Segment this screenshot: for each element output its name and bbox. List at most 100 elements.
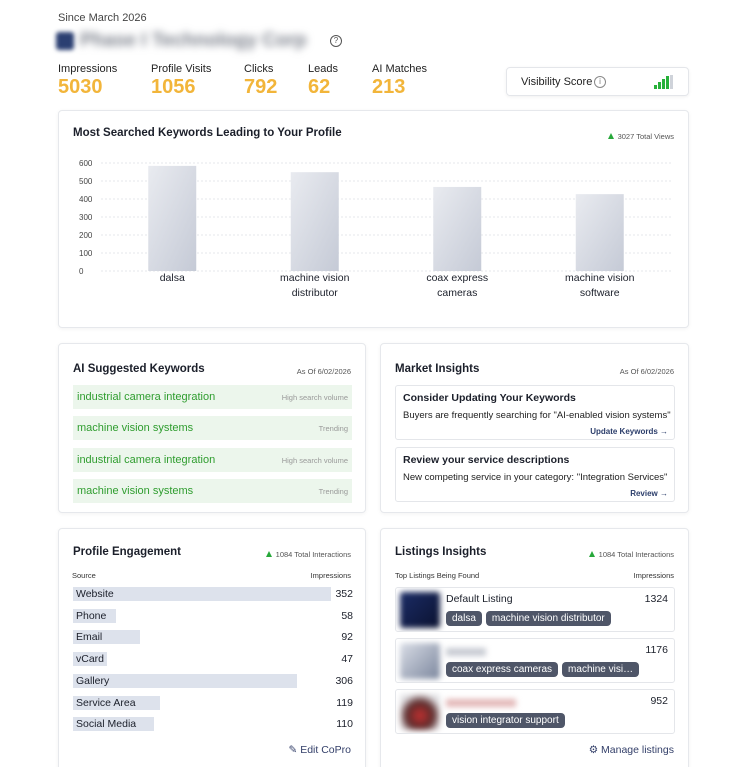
chart-bar[interactable]	[433, 186, 482, 271]
y-tick-label: 200	[79, 231, 93, 240]
y-tick-label: 400	[79, 195, 93, 204]
x-tick-label: machine vision	[565, 272, 635, 284]
stat-label: Leads	[308, 63, 338, 75]
visibility-score-card[interactable]: Visibility Score i	[506, 67, 689, 96]
stat-impressions: Impressions 5030	[58, 63, 117, 99]
y-tick-label: 600	[79, 159, 93, 168]
engagement-row: vCard 47	[73, 652, 353, 667]
listing-thumbnail	[400, 643, 440, 679]
keyword-status: Trending	[318, 487, 348, 496]
insight-heading: Review your service descriptions	[403, 454, 570, 466]
edit-copro-link[interactable]: ✎ Edit CoPro	[288, 744, 351, 756]
listing-item[interactable]: 952 vision integrator support	[395, 689, 675, 734]
engagement-value: 92	[341, 631, 353, 644]
x-tick-label: coax express	[426, 272, 488, 284]
engagement-row: Website 352	[73, 587, 353, 601]
keyword-text: industrial camera integration	[77, 454, 216, 466]
engagement-value: 306	[335, 674, 353, 687]
listing-thumbnail	[400, 694, 440, 730]
listing-title-blurred	[446, 648, 486, 656]
listing-impressions: 1176	[645, 644, 668, 656]
manage-listings-label: Manage listings	[601, 744, 674, 756]
engagement-value: 119	[336, 696, 353, 709]
company-logo	[56, 32, 74, 50]
keyword-text: machine vision systems	[77, 422, 194, 434]
chart-bar[interactable]	[290, 172, 339, 271]
company-name-row: Phase I Technology Corp ?	[56, 29, 342, 53]
x-tick-label: cameras	[437, 287, 477, 299]
y-tick-label: 100	[79, 249, 93, 258]
listings-total: 1084 Total Interactions	[588, 550, 674, 559]
info-icon[interactable]: i	[594, 76, 606, 88]
listing-tag[interactable]: vision integrator support	[446, 713, 565, 728]
stat-label: Clicks	[244, 63, 274, 75]
listing-title: Default Listing	[446, 593, 513, 605]
listing-tag[interactable]: coax express cameras	[446, 662, 559, 677]
x-tick-label: machine vision	[280, 272, 350, 284]
listing-item[interactable]: 1176 coax express cameras machine visi…	[395, 638, 675, 683]
listing-item[interactable]: Default Listing 1324 dalsa machine visio…	[395, 587, 675, 632]
listings-insights-card: Listings Insights 1084 Total Interaction…	[380, 528, 689, 767]
listing-title-blurred	[446, 699, 516, 707]
since-date: Since March 2026	[58, 12, 147, 24]
review-link[interactable]: Review →	[630, 489, 668, 498]
insight-item: Review your service descriptions New com…	[395, 447, 675, 502]
listing-tag[interactable]: dalsa	[446, 611, 482, 626]
keywords-chart-card: Most Searched Keywords Leading to Your P…	[58, 110, 689, 328]
engagement-source: vCard	[76, 653, 105, 666]
listing-tag[interactable]: machine vision distributor	[485, 611, 611, 626]
stat-value: 62	[308, 76, 331, 98]
insight-description: New competing service in your category: …	[403, 472, 668, 483]
x-tick-label: software	[580, 287, 620, 299]
listing-impressions: 952	[650, 695, 668, 707]
keyword-status: High search volume	[281, 393, 348, 402]
keyword-suggestion[interactable]: machine vision systems Trending	[73, 479, 352, 503]
source-column-header: Source	[72, 571, 96, 580]
stat-profile-visits: Profile Visits 1056	[151, 63, 211, 99]
chart-bar[interactable]	[148, 165, 197, 271]
stat-value: 1056	[151, 76, 196, 98]
insight-description: Buyers are frequently searching for "AI-…	[403, 410, 671, 421]
engagement-row: Service Area 119	[73, 695, 353, 710]
chart-bar[interactable]	[575, 194, 624, 271]
edit-copro-label: Edit CoPro	[300, 744, 351, 756]
keywords-bar-chart: 0 100 200 300 400 500 600 dalsa machine vision di…	[79, 159, 671, 299]
x-tick-label: dalsa	[160, 272, 185, 284]
stat-value: 213	[372, 76, 406, 98]
ai-keywords-title: AI Suggested Keywords	[73, 363, 205, 375]
y-tick-label: 300	[79, 213, 93, 222]
listing-thumbnail	[400, 592, 440, 628]
keyword-suggestion[interactable]: machine vision systems Trending	[73, 416, 352, 440]
x-tick-label: distributor	[292, 287, 339, 299]
engagement-total: 1084 Total Interactions	[265, 550, 351, 559]
manage-listings-link[interactable]: ⚙ Manage listings	[589, 744, 674, 756]
impressions-column-header: Impressions	[633, 571, 674, 580]
engagement-row: Email 92	[73, 630, 353, 645]
help-icon[interactable]: ?	[330, 35, 342, 47]
profile-engagement-card: Profile Engagement 1084 Total Interactio…	[58, 528, 366, 767]
keyword-status: High search volume	[281, 456, 348, 465]
insight-item: Consider Updating Your Keywords Buyers a…	[395, 385, 675, 440]
engagement-row: Phone 58	[73, 608, 353, 623]
stat-clicks: Clicks 792	[244, 63, 277, 99]
market-insights-card: Market Insights As Of 6/02/2026 Consider…	[380, 343, 689, 513]
engagement-source: Email	[76, 631, 103, 644]
engagement-source: Website	[76, 588, 114, 600]
keyword-suggestion[interactable]: industrial camera integration High searc…	[73, 385, 352, 409]
engagement-source: Phone	[76, 609, 107, 622]
listing-tag[interactable]: machine visi…	[562, 662, 640, 677]
update-keywords-link[interactable]: Update Keywords →	[590, 427, 668, 436]
keyword-text: machine vision systems	[77, 485, 194, 497]
stat-label: Profile Visits	[151, 63, 212, 75]
stat-ai-matches: AI Matches 213	[372, 63, 427, 99]
engagement-value: 47	[341, 653, 353, 666]
listings-total-text: 1084 Total Interactions	[598, 550, 674, 559]
impressions-column-header: Impressions	[310, 571, 351, 580]
y-tick-label: 500	[79, 177, 93, 186]
engagement-value: 110	[336, 718, 353, 731]
company-name: Phase I Technology Corp	[80, 30, 307, 51]
gear-icon: ⚙	[588, 744, 599, 756]
keyword-suggestion[interactable]: industrial camera integration High searc…	[73, 448, 352, 472]
visibility-score-label: Visibility Score	[521, 76, 593, 88]
y-tick-label: 0	[79, 267, 84, 276]
